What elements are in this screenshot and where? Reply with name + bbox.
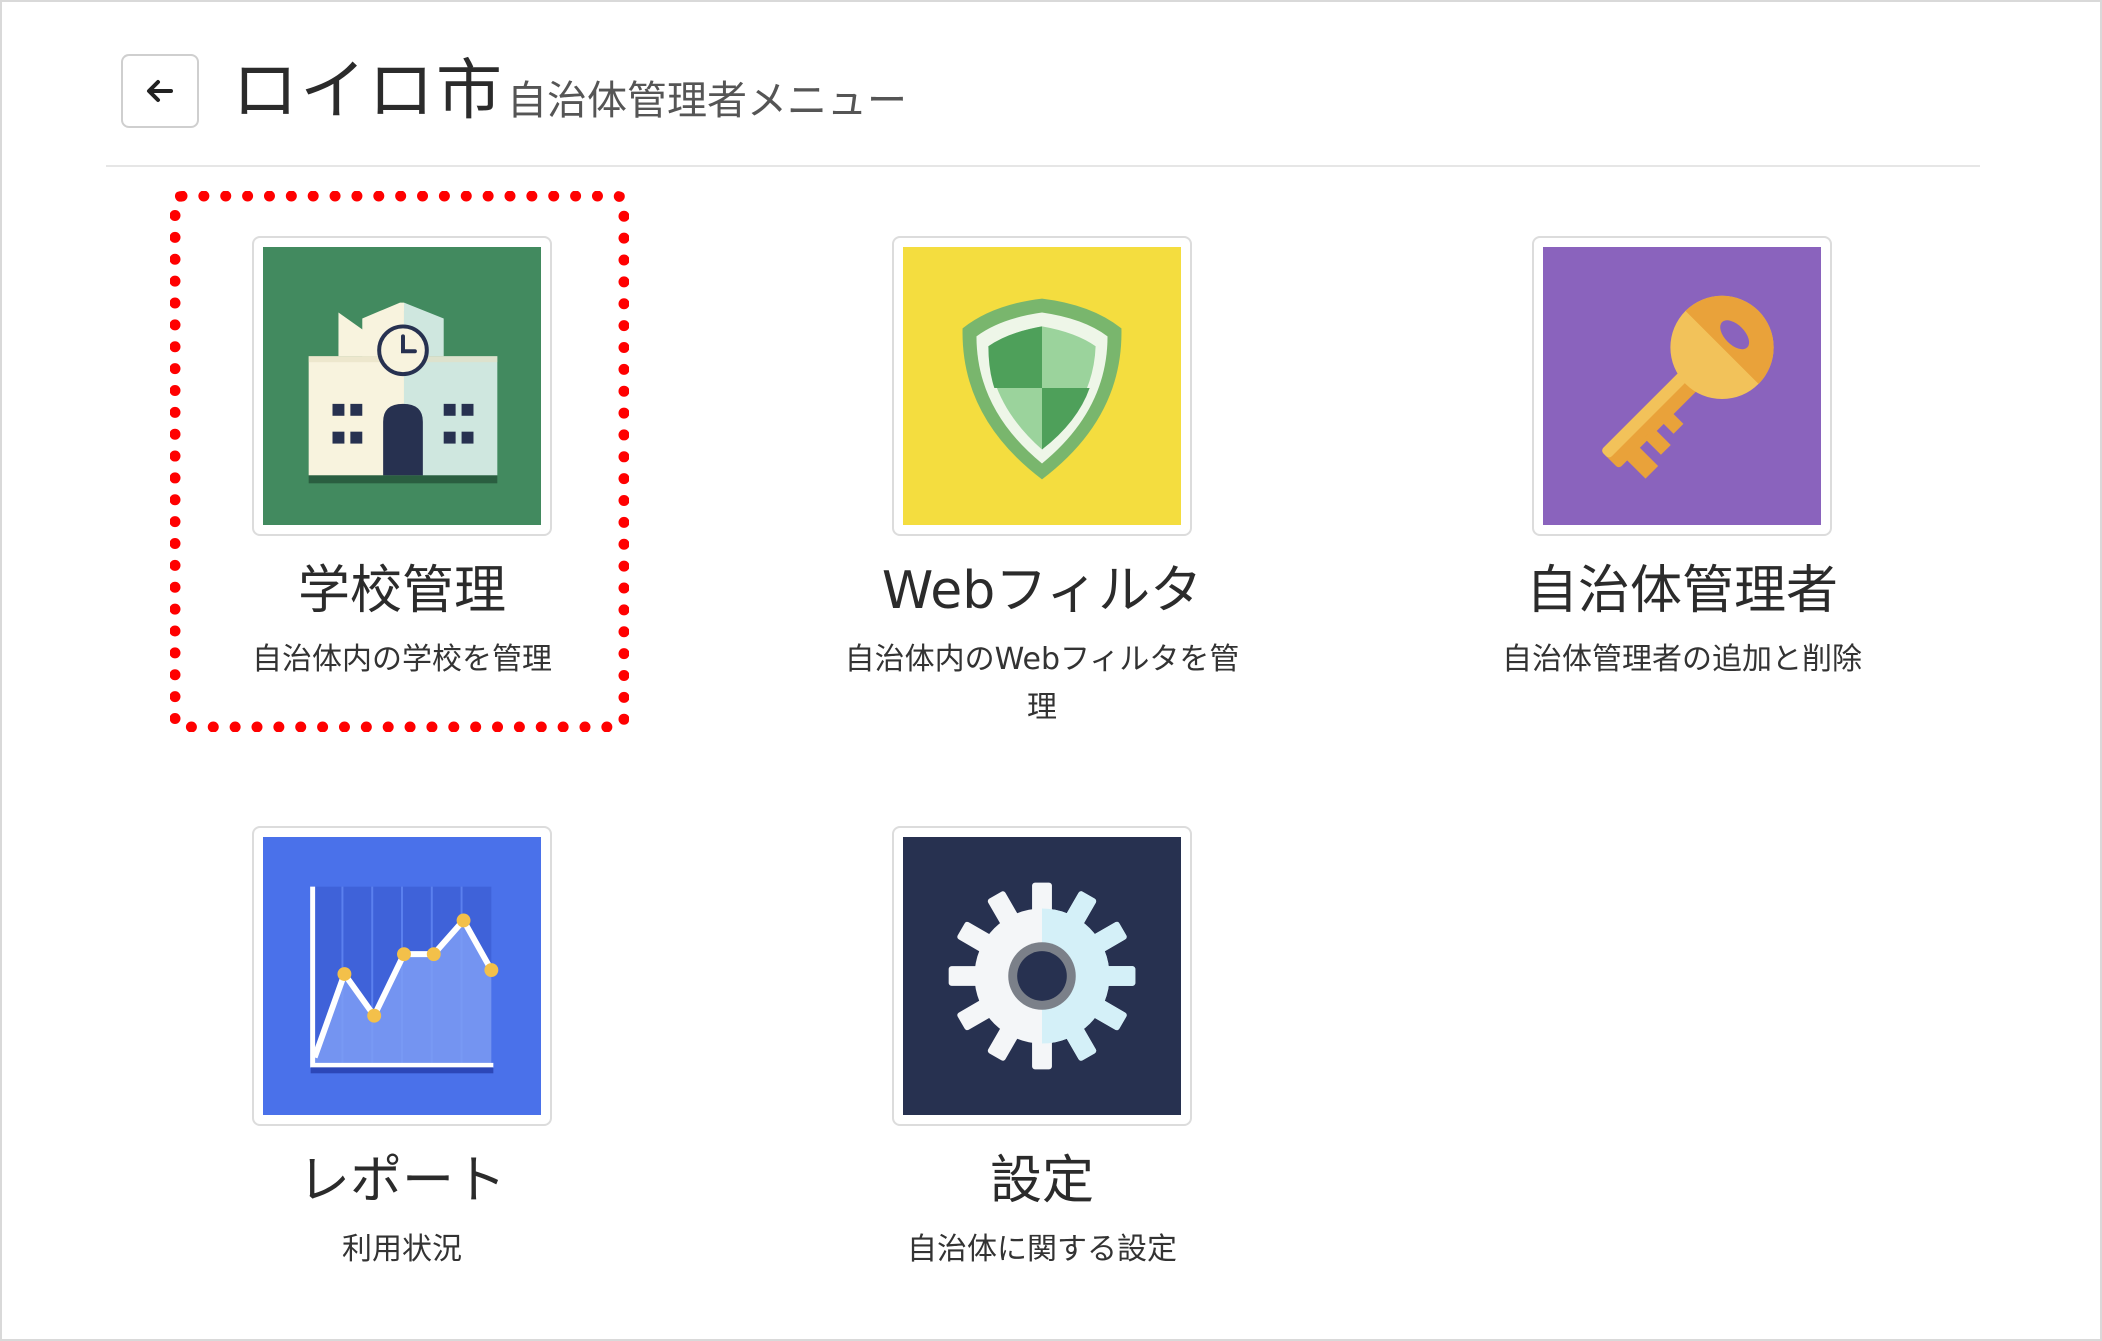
tile-label: 設定 xyxy=(989,1151,1094,1211)
tile-label: 自治体管理者 xyxy=(1525,561,1838,621)
tile-label: 学校管理 xyxy=(297,561,506,621)
tile-description: 利用状況 xyxy=(342,1232,462,1267)
tile-description: 自治体に関する設定 xyxy=(907,1232,1177,1267)
tile-label: Webフィルタ xyxy=(881,561,1203,621)
gear-icon xyxy=(903,837,1181,1115)
school-building-icon xyxy=(263,247,541,525)
tile-description: 自治体内のWebフィルタを管理 xyxy=(844,642,1240,725)
tile-icon-frame xyxy=(1532,236,1832,536)
tile-icon-frame xyxy=(252,236,552,536)
tile-report[interactable]: レポート 利用状況 xyxy=(82,826,722,1274)
key-icon xyxy=(1543,247,1821,525)
tile-label: レポート xyxy=(297,1151,506,1211)
back-button[interactable] xyxy=(121,54,199,128)
tile-school-management[interactable]: 学校管理 自治体内の学校を管理 xyxy=(82,236,722,684)
arrow-left-icon xyxy=(147,80,173,102)
page-subtitle: 自治体管理者メニュー xyxy=(507,78,907,124)
page-title: ロイロ市 xyxy=(232,52,504,129)
tile-icon-frame xyxy=(252,826,552,1126)
tile-description: 自治体管理者の追加と削除 xyxy=(1502,642,1862,677)
shield-icon xyxy=(903,247,1181,525)
tile-description: 自治体内の学校を管理 xyxy=(252,642,552,677)
tile-settings[interactable]: 設定 自治体に関する設定 xyxy=(722,826,1362,1274)
tile-web-filter[interactable]: Webフィルタ 自治体内のWebフィルタを管理 xyxy=(722,236,1362,732)
tile-icon-frame xyxy=(892,236,1192,536)
tile-municipal-admins[interactable]: 自治体管理者 自治体管理者の追加と削除 xyxy=(1362,236,2002,684)
line-chart-icon xyxy=(263,837,541,1115)
header-divider xyxy=(106,165,1980,167)
app-window: ロイロ市 自治体管理者メニュー 学校管理 自治体内の学校を管理 Webフィルタ … xyxy=(0,0,2102,1341)
tile-icon-frame xyxy=(892,826,1192,1126)
